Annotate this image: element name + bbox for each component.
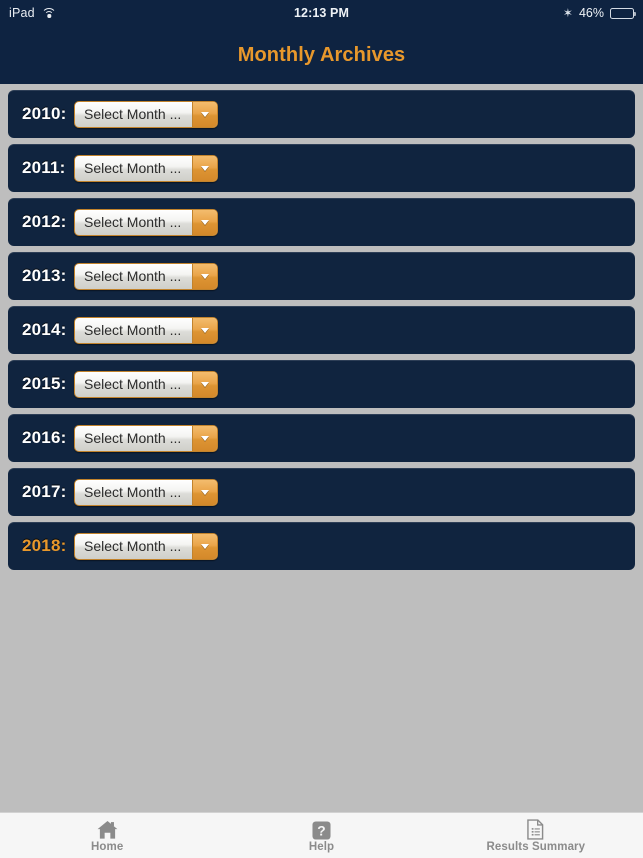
triangle-glyph — [201, 489, 209, 495]
chevron-down-icon[interactable] — [192, 371, 217, 397]
archive-row: 2011: Select Month ... — [8, 144, 635, 192]
tab-bar: Home? Help Results Summary — [0, 812, 643, 858]
tab-help[interactable]: ? Help — [214, 813, 428, 858]
year-label: 2011: — [22, 158, 66, 177]
month-select-value: Select Month ... — [84, 160, 182, 176]
month-select-2014[interactable]: Select Month ... — [74, 316, 218, 344]
month-select-value: Select Month ... — [84, 538, 182, 554]
month-select-value: Select Month ... — [84, 484, 182, 500]
month-select-value: Select Month ... — [84, 430, 182, 446]
tab-label: Results Summary — [486, 841, 586, 853]
month-select-2017[interactable]: Select Month ... — [74, 478, 218, 506]
chevron-down-icon[interactable] — [192, 209, 217, 235]
archive-row: 2010: Select Month ... — [8, 90, 635, 138]
status-bar: iPad 12:13 PM ✶ 46% — [0, 0, 643, 26]
archive-row: 2014: Select Month ... — [8, 306, 635, 354]
archive-row: 2012: Select Month ... — [8, 198, 635, 246]
archives-list: 2010: Select Month ... 2011: Select Month .… — [0, 84, 643, 812]
month-select-2011[interactable]: Select Month ... — [74, 154, 218, 182]
document-icon-svg — [527, 819, 544, 840]
bluetooth-icon: ✶ — [562, 6, 573, 20]
app-header: Monthly Archives — [0, 26, 643, 84]
triangle-glyph — [201, 273, 209, 279]
tab-home[interactable]: Home — [0, 813, 214, 858]
tab-label: Home — [90, 841, 124, 853]
triangle-glyph — [201, 381, 209, 387]
archive-row: 2015: Select Month ... — [8, 360, 635, 408]
svg-text:?: ? — [317, 823, 325, 838]
triangle-glyph — [201, 327, 209, 333]
triangle-glyph — [201, 111, 209, 117]
month-select-value: Select Month ... — [84, 106, 182, 122]
battery-percent-label: 46% — [578, 6, 604, 20]
month-select-value: Select Month ... — [84, 322, 182, 338]
tab-results-summary[interactable]: Results Summary — [429, 813, 643, 858]
chevron-down-icon[interactable] — [192, 101, 217, 127]
year-label: 2015: — [22, 374, 67, 393]
year-label: 2013: — [22, 266, 67, 285]
archive-row: 2013: Select Month ... — [8, 252, 635, 300]
tab-label: Help — [308, 841, 335, 853]
document-icon — [527, 818, 544, 840]
page-title: Monthly Archives — [237, 43, 406, 66]
status-bar-clock: 12:13 PM — [294, 6, 349, 20]
chevron-down-icon[interactable] — [192, 425, 217, 451]
year-label: 2018: — [22, 536, 67, 555]
triangle-glyph — [201, 435, 209, 441]
year-label: 2016: — [22, 428, 67, 447]
month-select-2010[interactable]: Select Month ... — [74, 100, 218, 128]
year-label: 2010: — [22, 104, 67, 123]
month-select-value: Select Month ... — [84, 214, 182, 230]
month-select-2012[interactable]: Select Month ... — [74, 208, 218, 236]
chevron-down-icon[interactable] — [192, 479, 217, 505]
triangle-glyph — [201, 543, 209, 549]
battery-icon — [610, 7, 637, 19]
archive-row: 2018: Select Month ... — [8, 522, 635, 570]
month-select-value: Select Month ... — [84, 268, 182, 284]
chevron-down-icon[interactable] — [192, 263, 217, 289]
chevron-down-icon[interactable] — [192, 533, 217, 559]
triangle-glyph — [201, 165, 209, 171]
home-icon — [97, 818, 118, 840]
archive-row: 2016: Select Month ... — [8, 414, 635, 462]
year-label: 2012: — [22, 212, 67, 231]
month-select-2018[interactable]: Select Month ... — [74, 532, 218, 560]
question-mark-icon: ? — [312, 818, 331, 840]
month-select-2016[interactable]: Select Month ... — [74, 424, 218, 452]
chevron-down-icon[interactable] — [192, 155, 217, 181]
status-bar-right: ✶ 46% — [562, 6, 637, 20]
year-label: 2017: — [22, 482, 67, 501]
month-select-2015[interactable]: Select Month ... — [74, 370, 218, 398]
question-mark-icon-svg: ? — [312, 821, 331, 840]
chevron-down-icon[interactable] — [192, 317, 217, 343]
home-icon-svg — [97, 820, 118, 839]
triangle-glyph — [201, 219, 209, 225]
month-select-2013[interactable]: Select Month ... — [74, 262, 218, 290]
archive-row: 2017: Select Month ... — [8, 468, 635, 516]
month-select-value: Select Month ... — [84, 376, 182, 392]
year-label: 2014: — [22, 320, 67, 339]
